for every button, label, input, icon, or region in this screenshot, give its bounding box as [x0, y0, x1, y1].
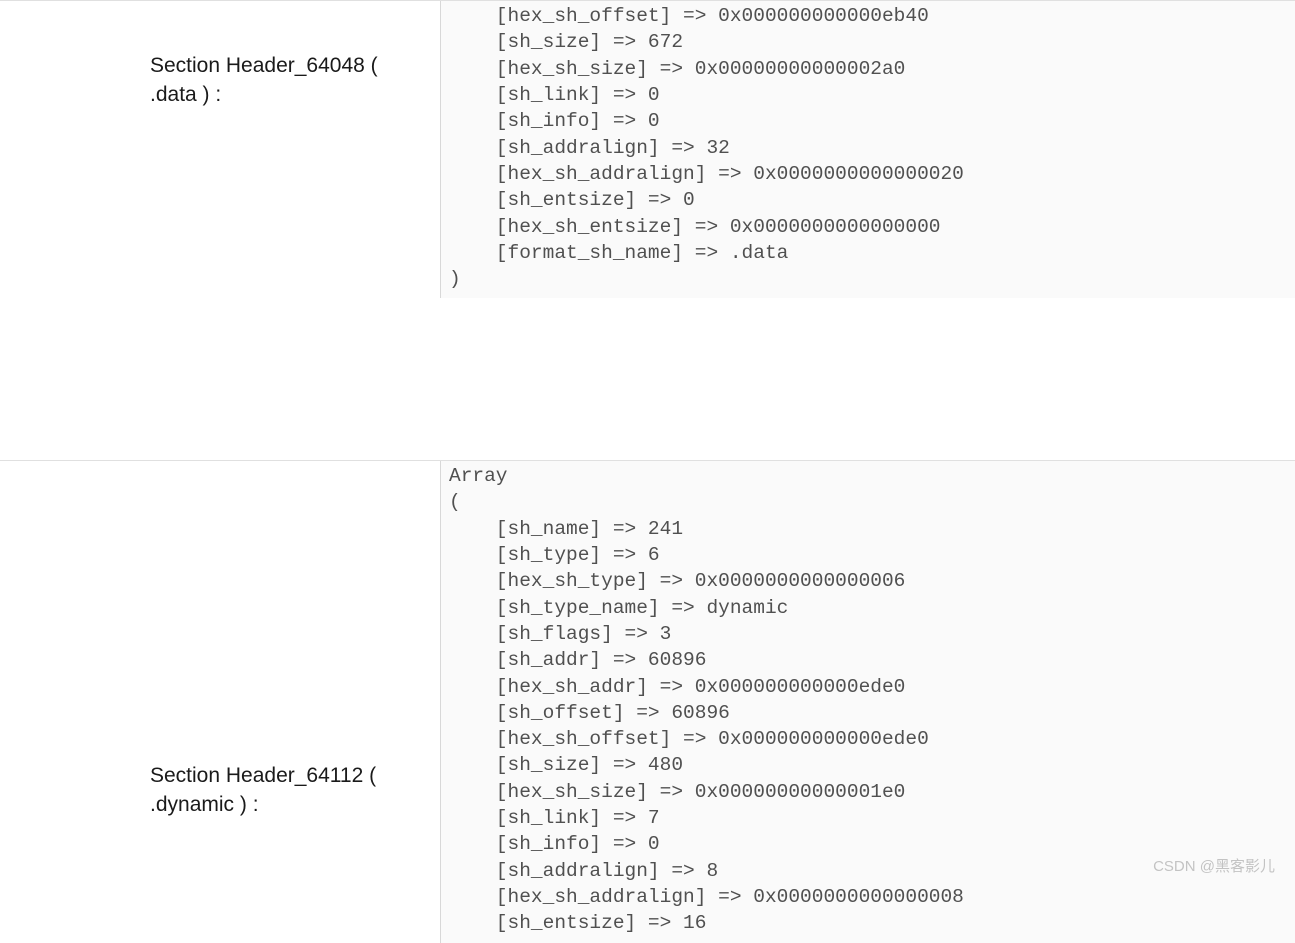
section-label-data: Section Header_64048 ( .data ) : [0, 1, 440, 110]
section-header-dynamic-row: Section Header_64112 ( .dynamic ) : Arra… [0, 460, 1295, 943]
section-header-data-row: Section Header_64048 ( .data ) : [hex_sh… [0, 0, 1295, 410]
code-block-data: [hex_sh_offset] => 0x000000000000eb40 [s… [449, 3, 1287, 292]
watermark: CSDN @黑客影儿 [1153, 855, 1275, 876]
section-label-dynamic: Section Header_64112 ( .dynamic ) : [0, 461, 440, 820]
spacer [0, 410, 1295, 460]
section-content-data: [hex_sh_offset] => 0x000000000000eb40 [s… [440, 1, 1295, 298]
